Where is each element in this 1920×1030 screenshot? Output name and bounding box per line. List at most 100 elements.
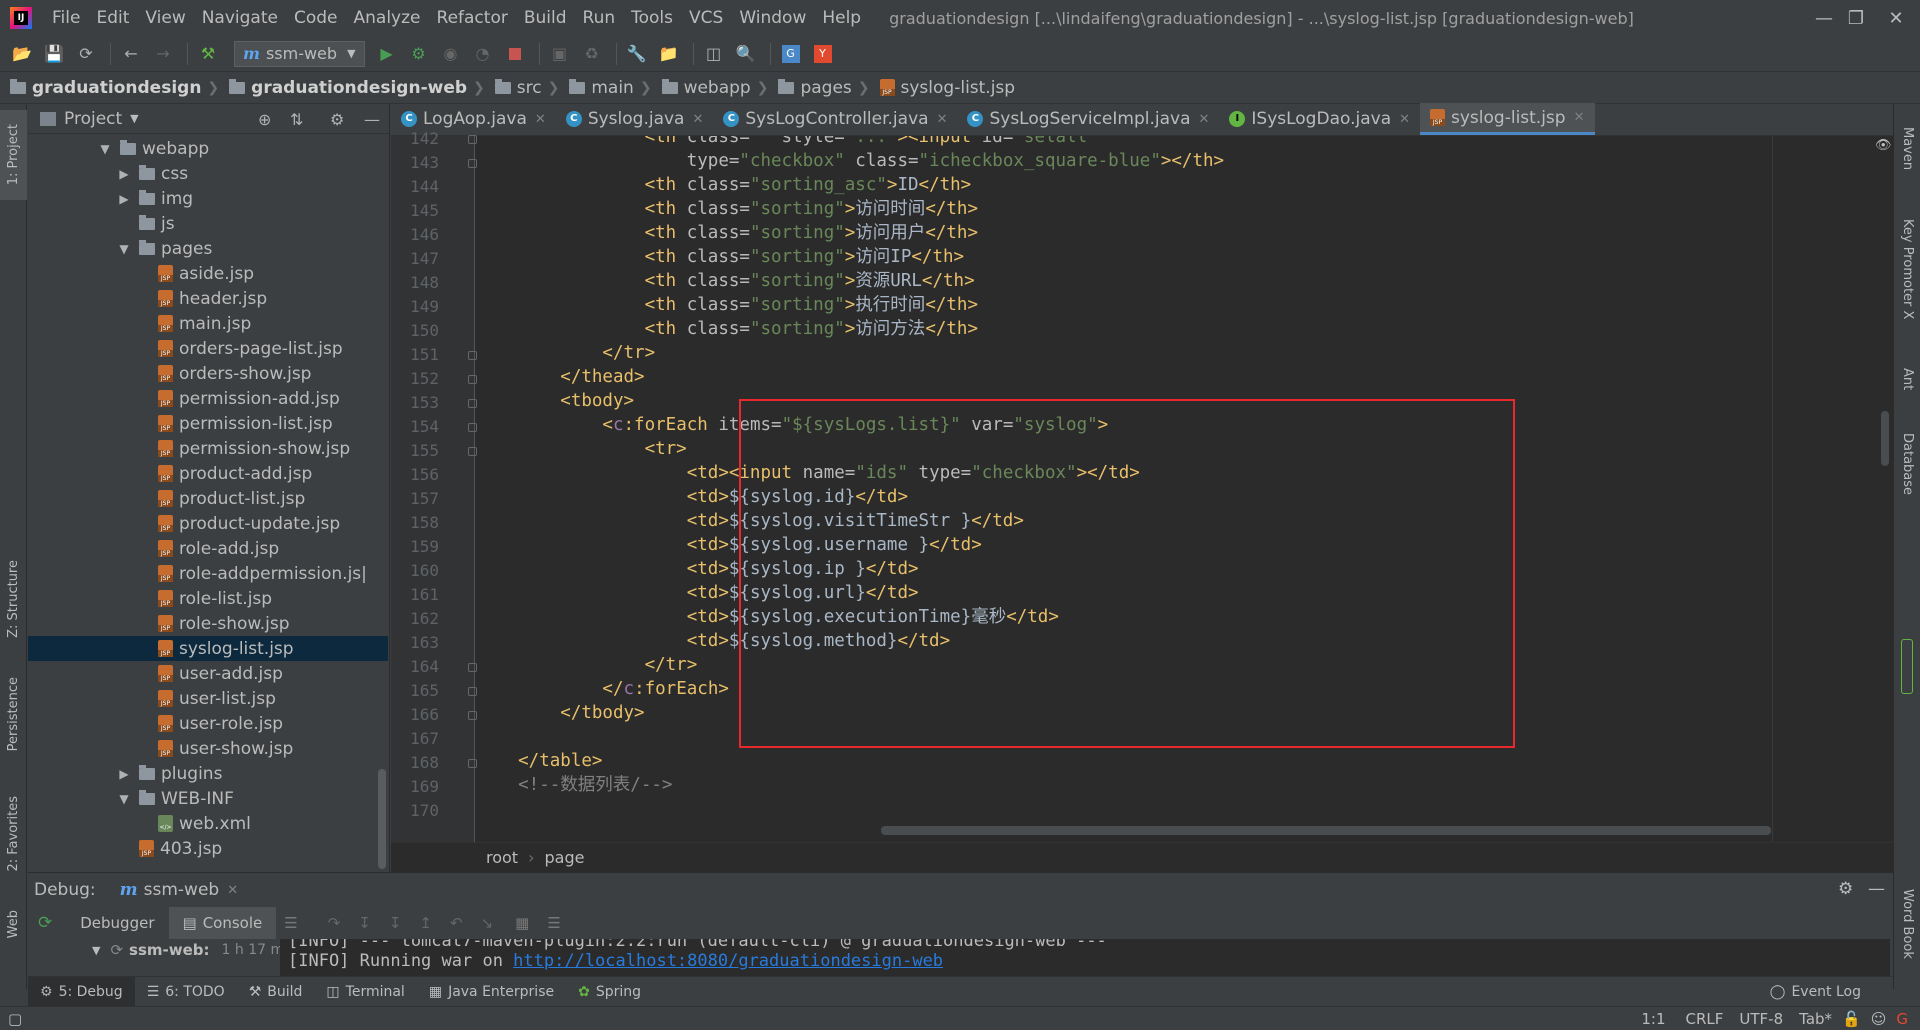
inspector-icon[interactable]: ☺ [1871, 1010, 1887, 1028]
run-icon[interactable]: ▶ [373, 40, 401, 68]
debug-tab-debugger[interactable]: Debugger [66, 914, 168, 932]
tree-item[interactable]: ▼ pages [28, 236, 388, 261]
vertical-scrollbar[interactable] [1881, 411, 1889, 466]
tree-item[interactable]: product-list.jsp [28, 486, 388, 511]
back-icon[interactable]: ← [117, 40, 145, 68]
tree-item[interactable]: role-list.jsp [28, 586, 388, 611]
close-tab-icon[interactable]: ✕ [1198, 112, 1209, 127]
tree-item[interactable]: permission-list.jsp [28, 411, 388, 436]
code-area[interactable]: <th class="" style="..."><input id="sela… [476, 136, 1893, 842]
breadcrumb-item[interactable]: pages ❯ [778, 78, 875, 98]
menu-analyze[interactable]: Analyze [346, 0, 429, 36]
search-icon[interactable]: 🔍 [732, 40, 760, 68]
force-step-into-icon[interactable]: ↧ [389, 914, 402, 932]
tool-tab-event-log[interactable]: ◯ Event Log [1758, 977, 1873, 1007]
editor-tab[interactable]: I ISysLogDao.java ✕ [1219, 103, 1420, 135]
locate-icon[interactable]: ⊕ [258, 110, 271, 129]
close-icon[interactable]: ✕ [227, 883, 238, 898]
settings-wrench-icon[interactable]: 🔧 [623, 40, 651, 68]
tree-item[interactable]: permission-add.jsp [28, 386, 388, 411]
tool-tab-persistence[interactable]: Persistence [0, 664, 27, 764]
tree-item[interactable]: web.xml [28, 811, 388, 836]
menu-edit[interactable]: Edit [88, 0, 137, 36]
menu-lines-icon[interactable]: ☰ [284, 914, 297, 932]
sync-icon[interactable]: ⟳ [72, 40, 100, 68]
tool-tab-ant[interactable]: Ant [1894, 354, 1920, 404]
breadcrumb-item[interactable]: graduationdesign-web ❯ [229, 78, 491, 98]
file-encoding[interactable]: UTF-8 [1739, 1010, 1783, 1028]
menu-view[interactable]: View [137, 0, 193, 36]
close-tab-icon[interactable]: ✕ [535, 112, 546, 127]
horizontal-scrollbar[interactable] [881, 826, 1771, 835]
tool-tab-project[interactable]: 1: Project [0, 110, 27, 200]
editor-tab[interactable]: C Syslog.java ✕ [556, 103, 714, 135]
tree-item[interactable]: ▼ WEB-INF [28, 786, 388, 811]
chevron-right-icon[interactable]: ▶ [117, 767, 131, 781]
eye-icon[interactable]: 👁 [1875, 138, 1892, 153]
tree-item[interactable]: role-add.jsp [28, 536, 388, 561]
tool-tab-word-book[interactable]: Word Book [1894, 874, 1920, 974]
chevron-right-icon[interactable]: ▶ [117, 192, 131, 206]
status-indicator-icon[interactable]: ▢ [8, 1010, 22, 1028]
chevron-down-icon[interactable]: ▼ [98, 142, 112, 156]
menu-vcs[interactable]: VCS [681, 0, 731, 36]
tree-item[interactable]: role-addpermission.js| [28, 561, 388, 586]
tree-item[interactable]: ▶ css [28, 161, 388, 186]
tree-item[interactable]: role-show.jsp [28, 611, 388, 636]
breadcrumb-item[interactable]: main ❯ [569, 78, 657, 98]
close-tab-icon[interactable]: ✕ [1399, 112, 1410, 127]
tool-tab-todo[interactable]: ☰ 6: TODO [135, 977, 237, 1007]
tree-item[interactable]: orders-show.jsp [28, 361, 388, 386]
tool-tab-debug[interactable]: ⚙ 5: Debug [28, 976, 135, 1007]
tool-tab-web[interactable]: Web [0, 894, 27, 954]
tree-item[interactable]: user-list.jsp [28, 686, 388, 711]
breadcrumb-item[interactable]: webapp ❯ [661, 78, 775, 98]
editor-tab[interactable]: C SysLogServiceImpl.java ✕ [957, 103, 1219, 135]
tree-item[interactable]: user-show.jsp [28, 736, 388, 761]
chevron-down-icon[interactable]: ▼ [130, 112, 138, 125]
attach-debugger-icon[interactable]: ▣ [546, 40, 574, 68]
chevron-right-icon[interactable]: ▶ [117, 167, 131, 181]
trace-icon[interactable]: ☰ [547, 914, 560, 932]
editor-tab[interactable]: syslog-list.jsp✕ [1420, 103, 1595, 135]
chevron-down-icon[interactable]: ▼ [117, 792, 131, 806]
close-tab-icon[interactable]: ✕ [1574, 110, 1585, 125]
debug-config-tab[interactable]: ssm-web [144, 880, 220, 900]
tool-tab-build[interactable]: ⚒ Build [237, 977, 315, 1007]
chevron-down-icon[interactable]: ▼ [92, 944, 100, 957]
console-output[interactable]: [INFO] --- tomcat7-maven-plugin:2.2:run … [280, 939, 1890, 977]
tree-item[interactable]: user-add.jsp [28, 661, 388, 686]
gear-icon[interactable]: ⚙ [330, 110, 344, 129]
close-icon[interactable]: ✕ [1872, 0, 1920, 36]
menu-file[interactable]: File [44, 0, 88, 36]
open-folder-icon[interactable]: 📂 [8, 40, 36, 68]
tree-item[interactable]: ▶ plugins [28, 761, 388, 786]
tool-tab-database[interactable]: Database [1894, 419, 1920, 509]
update-running-icon[interactable]: ♻ [578, 40, 606, 68]
hide-panel-icon[interactable]: — [1868, 879, 1885, 899]
step-into-icon[interactable]: ↧ [358, 914, 371, 932]
debug-tab-console[interactable]: ▤ Console [168, 907, 277, 939]
editor-breadcrumb-root[interactable]: root [486, 848, 518, 867]
tool-tab-maven[interactable]: Maven [1894, 114, 1920, 184]
tree-item[interactable]: main.jsp [28, 311, 388, 336]
tool-tab-favorites[interactable]: 2: Favorites [0, 784, 27, 884]
terminal-icon[interactable]: ◫ [700, 40, 728, 68]
menu-refactor[interactable]: Refactor [429, 0, 516, 36]
gear-icon[interactable]: ⚙ [1838, 879, 1853, 899]
menu-help[interactable]: Help [814, 0, 869, 36]
build-hammer-icon[interactable]: ⚒ [194, 40, 222, 68]
tool-tab-structure[interactable]: Z: Structure [0, 544, 27, 654]
tree-item[interactable]: aside.jsp [28, 261, 388, 286]
caret-position[interactable]: 1:1 [1641, 1010, 1665, 1028]
tool-tab-spring[interactable]: ✿ Spring [566, 977, 653, 1007]
tree-item[interactable]: orders-page-list.jsp [28, 336, 388, 361]
google-icon[interactable]: G [1896, 1010, 1908, 1028]
run-to-cursor-icon[interactable]: ↘ [481, 914, 494, 932]
hide-panel-icon[interactable]: — [364, 110, 380, 129]
thread-name[interactable]: ssm-web: [129, 941, 209, 959]
profile-icon[interactable]: ◔ [469, 40, 497, 68]
console-url-link[interactable]: http://localhost:8080/graduationdesign-w… [513, 951, 943, 971]
editor-breadcrumb-page[interactable]: page [544, 848, 584, 867]
translate-google-icon[interactable]: G [777, 40, 805, 68]
